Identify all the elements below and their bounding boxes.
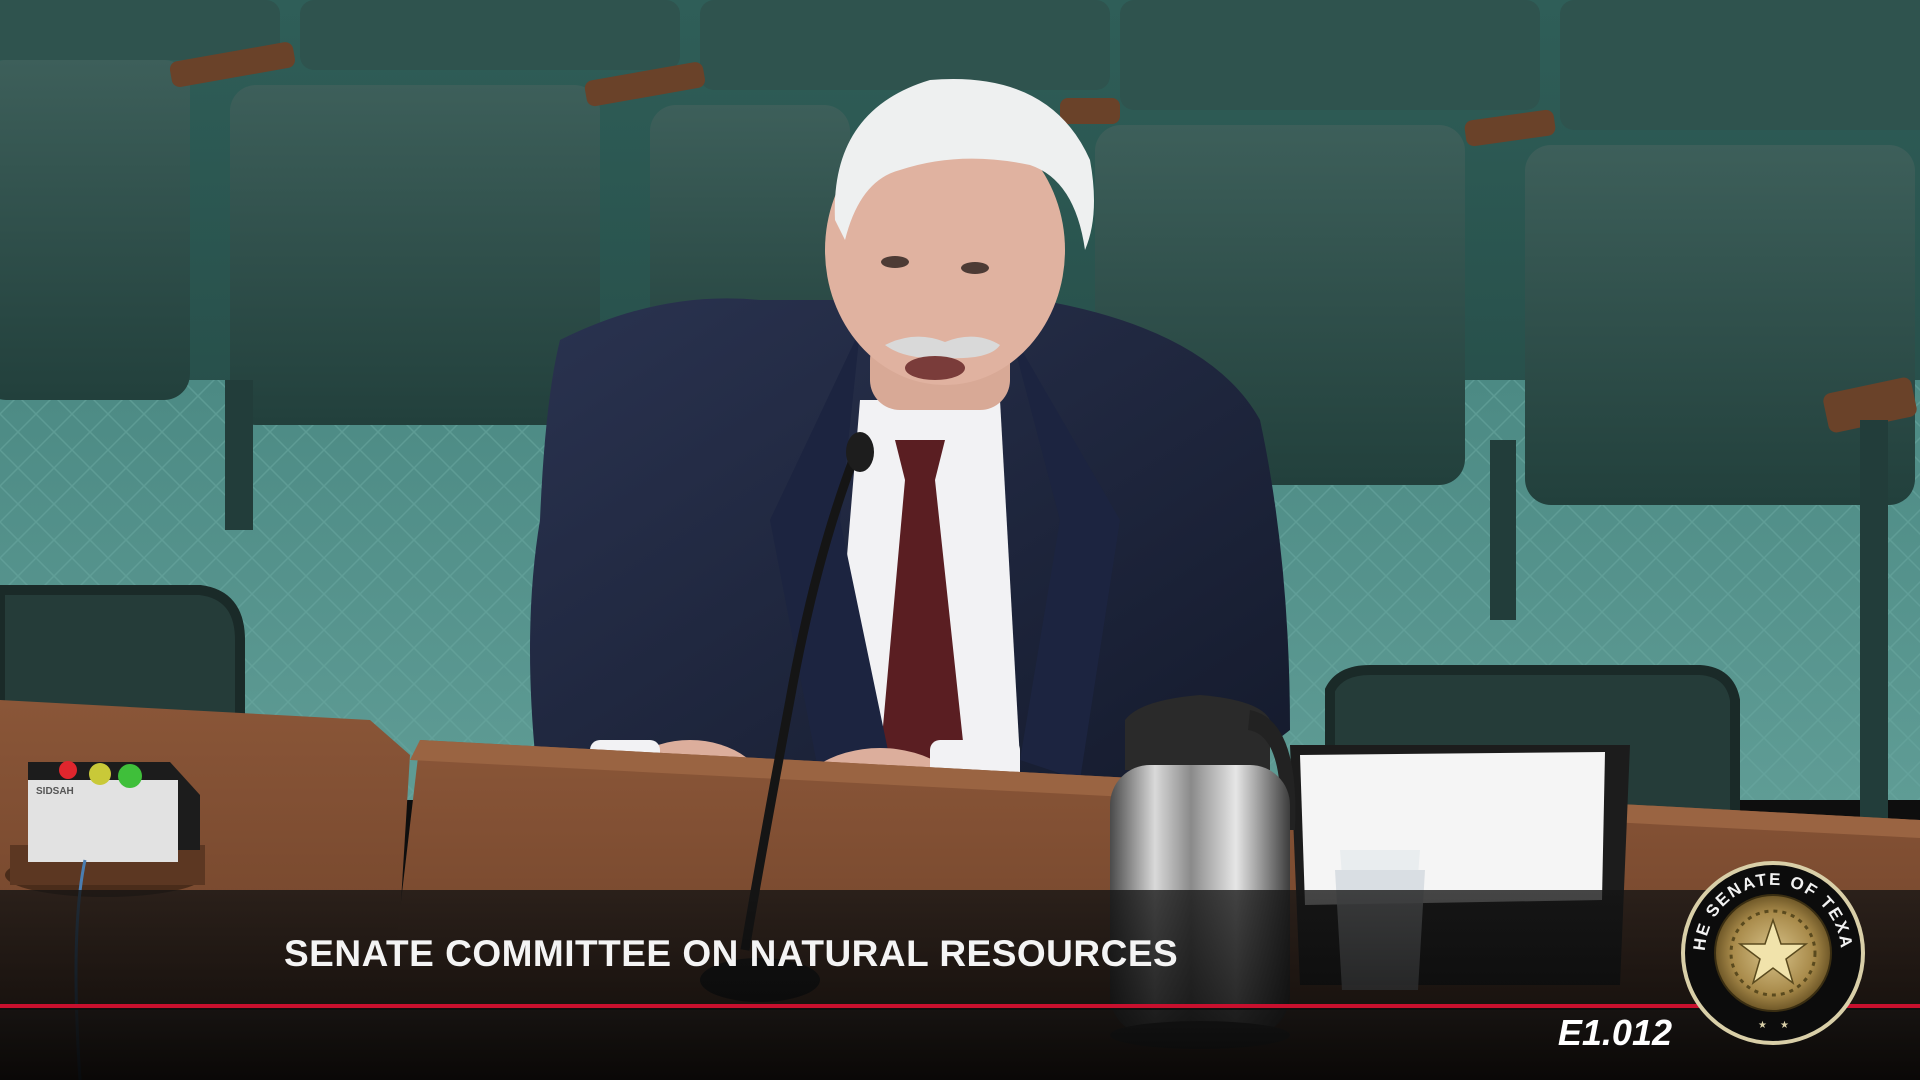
senate-seal: THE SENATE OF TEXAS ★ ★ <box>1678 858 1868 1048</box>
timer-yellow-light <box>89 763 111 785</box>
timer-red-light <box>59 761 77 779</box>
video-frame: SIDSAH SENATE COMMITTEE ON NATURAL RESOU… <box>0 0 1920 1080</box>
timer-label: SIDSAH <box>36 786 74 797</box>
svg-text:★: ★ <box>1758 1020 1767 1031</box>
committee-caption: SENATE COMMITTEE ON NATURAL RESOURCES <box>284 933 1179 974</box>
room-code: E1.012 <box>1557 1012 1672 1053</box>
timer-green-light <box>118 764 142 788</box>
svg-text:★: ★ <box>1780 1020 1789 1031</box>
